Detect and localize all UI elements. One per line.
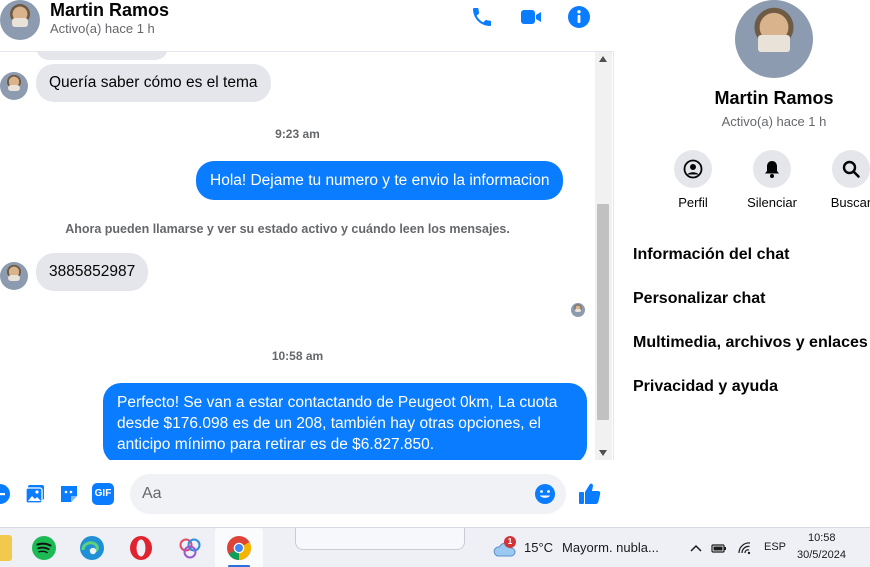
search-icon: [842, 160, 860, 178]
outgoing-message[interactable]: Perfecto! Se van a estar contactando de …: [103, 383, 587, 460]
messenger-window: Martin Ramos Activo(a) hace 1 h Quería s…: [0, 0, 870, 567]
contact-status: Activo(a) hace 1 h: [50, 21, 155, 36]
weather-notification-badge: 1: [504, 536, 516, 548]
profile-avatar[interactable]: [735, 0, 813, 78]
media-files-links-item[interactable]: Multimedia, archivos y enlaces: [633, 334, 868, 352]
system-notice: Ahora pueden llamarse y ver su estado ac…: [65, 222, 510, 236]
chat-pane: Martin Ramos Activo(a) hace 1 h Quería s…: [0, 0, 614, 527]
mute-button[interactable]: Silenciar: [732, 150, 812, 210]
message-input[interactable]: [142, 474, 522, 514]
windows-taskbar: 1 15°C Mayorm. nubla... ESP 10:58 30/5/2…: [0, 527, 870, 567]
chat-details-panel: Martin Ramos Activo(a) hace 1 h Perfil S…: [615, 0, 870, 527]
message-timestamp: 10:58 am: [271, 349, 324, 363]
battery-icon[interactable]: [711, 541, 727, 555]
search-button[interactable]: Buscar: [811, 150, 870, 210]
clock-time[interactable]: 10:58: [808, 532, 836, 544]
show-hidden-icons-chevron-up-icon[interactable]: [688, 541, 704, 555]
bell-icon: [765, 161, 779, 178]
window-preview: [295, 528, 465, 550]
sender-avatar[interactable]: [0, 262, 28, 290]
video-call-icon[interactable]: [519, 5, 543, 29]
weather-description[interactable]: Mayorm. nubla...: [562, 540, 659, 555]
incoming-message[interactable]: 3885852987: [36, 253, 149, 291]
phone-icon[interactable]: [470, 5, 494, 29]
contact-avatar[interactable]: [0, 0, 40, 40]
scroll-up-arrow-icon[interactable]: [599, 56, 607, 62]
message-input-box: [130, 474, 566, 514]
message-scrollbar[interactable]: [595, 52, 612, 460]
search-label: Buscar: [830, 195, 870, 210]
message-composer: GIF: [0, 460, 614, 527]
info-icon[interactable]: [567, 5, 591, 29]
more-actions-icon[interactable]: [0, 483, 11, 505]
photo-icon[interactable]: [24, 483, 46, 505]
clock-date[interactable]: 30/5/2024: [797, 549, 846, 561]
message-list[interactable]: Quería saber cómo es el tema 9:23 am Hol…: [0, 52, 595, 460]
chrome-browser-icon[interactable]: [226, 535, 252, 561]
contact-name[interactable]: Martin Ramos: [50, 0, 169, 20]
gif-icon[interactable]: GIF: [92, 483, 114, 505]
opera-browser-icon[interactable]: [128, 535, 154, 561]
paint-3d-icon[interactable]: [177, 535, 203, 561]
wifi-icon[interactable]: [737, 541, 753, 555]
privacy-support-item[interactable]: Privacidad y ayuda: [633, 378, 778, 396]
chat-info-item[interactable]: Información del chat: [633, 246, 789, 264]
edge-browser-icon[interactable]: [79, 535, 105, 561]
scroll-down-arrow-icon[interactable]: [599, 450, 607, 456]
scroll-thumb[interactable]: [597, 204, 609, 420]
thumbs-up-icon[interactable]: [577, 481, 603, 507]
profile-icon: [683, 159, 703, 179]
weather-temperature[interactable]: 15°C: [524, 540, 553, 555]
outgoing-message[interactable]: Hola! Dejame tu numero y te envio la inf…: [196, 161, 564, 200]
mute-label: Silenciar: [747, 195, 797, 210]
message-timestamp: 9:23 am: [275, 127, 320, 141]
profile-label: Perfil: [678, 195, 708, 210]
profile-name: Martin Ramos: [714, 88, 834, 108]
emoji-icon[interactable]: [534, 483, 556, 505]
chat-header: Martin Ramos Activo(a) hace 1 h: [0, 0, 614, 52]
file-explorer-icon[interactable]: [0, 535, 12, 561]
incoming-message[interactable]: Quería saber cómo es el tema: [36, 64, 271, 102]
sender-avatar[interactable]: [0, 72, 28, 100]
profile-status: Activo(a) hace 1 h: [721, 114, 827, 129]
profile-button[interactable]: Perfil: [653, 150, 733, 210]
sticker-icon[interactable]: [58, 483, 80, 505]
spotify-icon[interactable]: [31, 535, 57, 561]
seen-indicator-avatar: [571, 303, 585, 317]
input-language[interactable]: ESP: [764, 541, 786, 553]
previous-message-bubble: [36, 52, 168, 60]
customize-chat-item[interactable]: Personalizar chat: [633, 290, 766, 308]
